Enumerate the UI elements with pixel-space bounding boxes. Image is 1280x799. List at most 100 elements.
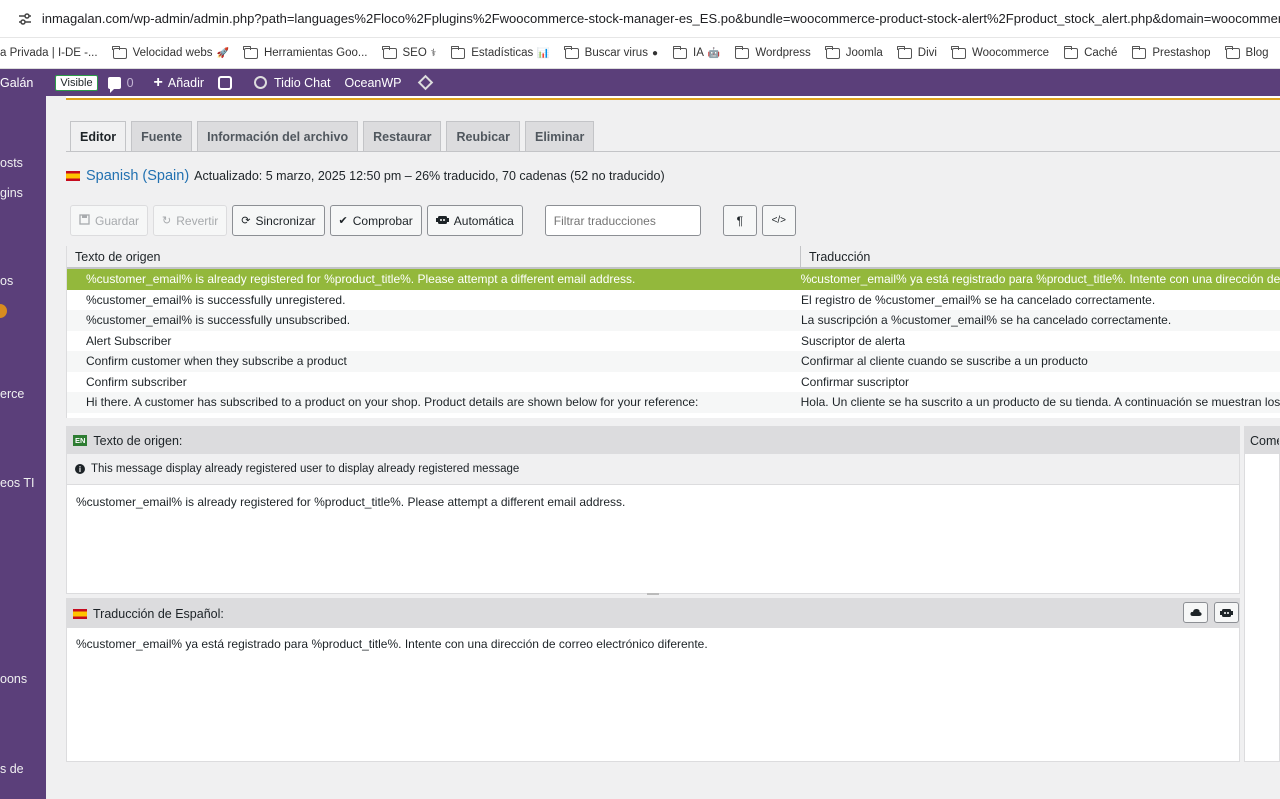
bookmark-item[interactable]: Woocommerce bbox=[951, 45, 1050, 59]
folder-icon bbox=[734, 45, 750, 59]
bookmark-label: Prestashop bbox=[1152, 47, 1211, 59]
bookmark-label: Wordpress bbox=[755, 47, 811, 59]
sync-label: Sincronizar bbox=[255, 213, 316, 228]
cloud-icon bbox=[1189, 608, 1202, 616]
robot-translate-button[interactable] bbox=[1214, 602, 1239, 623]
sidebar-menu-item[interactable]: erce bbox=[0, 387, 24, 401]
robot-icon bbox=[435, 214, 449, 228]
bookmark-label: Woocommerce bbox=[971, 47, 1050, 59]
bookmark-item[interactable]: Blog bbox=[1225, 45, 1269, 59]
bookmark-item[interactable]: a Privada | I-DE -... bbox=[0, 47, 98, 59]
sync-button[interactable]: ⟳ Sincronizar bbox=[232, 205, 325, 236]
url-text[interactable]: inmagalan.com/wp-admin/admin.php?path=la… bbox=[42, 11, 1280, 26]
add-new-menu[interactable]: + Añadir bbox=[154, 74, 204, 92]
revert-button[interactable]: ↻ Revertir bbox=[153, 205, 228, 236]
grid-rows: %customer_email% is already registered f… bbox=[67, 269, 1280, 413]
save-button[interactable]: Guardar bbox=[70, 205, 149, 236]
table-row[interactable]: Confirm subscriber Confirmar suscriptor bbox=[67, 372, 1280, 393]
language-name-link[interactable]: Spanish (Spain) bbox=[86, 168, 189, 184]
bookmark-item[interactable]: Buscar virus ● bbox=[564, 45, 658, 59]
table-row[interactable]: Alert Subscriber Suscriptor de alerta bbox=[67, 331, 1280, 352]
sidebar-menu-item[interactable]: osts bbox=[0, 156, 23, 170]
source-cell: %customer_email% is already registered f… bbox=[86, 272, 636, 287]
source-panel-header: EN Texto de origen: bbox=[67, 427, 1239, 454]
robot-icon bbox=[1220, 609, 1233, 617]
tidio-chat-link[interactable]: Tidio Chat bbox=[246, 76, 331, 90]
comments-panel-title: Come bbox=[1245, 427, 1279, 454]
folder-icon bbox=[897, 45, 912, 59]
bookmark-label: IA bbox=[693, 47, 704, 59]
tab-4[interactable]: Reubicar bbox=[446, 121, 520, 151]
folder-icon bbox=[951, 45, 966, 59]
auto-translate-label: Automática bbox=[453, 213, 514, 228]
bookmark-item[interactable]: Divi bbox=[897, 45, 937, 59]
oceanwp-link[interactable]: OceanWP bbox=[345, 76, 402, 90]
bookmark-item[interactable]: Caché bbox=[1063, 45, 1117, 59]
comments-link[interactable]: 0 bbox=[107, 75, 140, 93]
table-row[interactable]: Confirm customer when they subscribe a p… bbox=[67, 351, 1280, 372]
tidio-chat-label: Tidio Chat bbox=[274, 75, 331, 90]
folder-icon bbox=[450, 45, 466, 59]
sidebar-menu-item[interactable]: oons bbox=[0, 672, 27, 686]
bookmark-item[interactable]: Prestashop bbox=[1131, 45, 1211, 59]
sync-icon: ⟳ bbox=[241, 215, 251, 227]
pilcrow-toggle-button[interactable]: ¶ bbox=[722, 205, 757, 236]
sidebar-menu-item[interactable]: gins bbox=[0, 186, 23, 200]
site-settings-icon[interactable] bbox=[18, 11, 33, 27]
bookmark-item[interactable]: Velocidad webs 🚀 bbox=[112, 45, 229, 59]
table-row[interactable]: %customer_email% is successfully unsubsc… bbox=[67, 310, 1280, 331]
folder-icon bbox=[1063, 45, 1079, 59]
bookmark-item[interactable]: IA 🤖 bbox=[672, 45, 720, 59]
panel-resize-handle[interactable] bbox=[647, 593, 659, 595]
translation-textarea[interactable]: %customer_email% ya está registrado para… bbox=[67, 628, 1239, 660]
column-header-source[interactable]: Texto de origen bbox=[67, 246, 801, 267]
cloud-suggest-button[interactable] bbox=[1183, 602, 1208, 623]
folder-icon bbox=[825, 45, 840, 59]
sidebar-menu-item[interactable]: eos TI bbox=[0, 476, 35, 490]
bookmark-item[interactable]: Herramientas Goo... bbox=[243, 45, 368, 59]
bookmark-label: Divi bbox=[917, 47, 937, 59]
browser-address-bar[interactable]: inmagalan.com/wp-admin/admin.php?path=la… bbox=[0, 0, 1280, 38]
wp-admin-bar: Galán Visible 0 + Añadir Tidio Chat Ocea… bbox=[0, 69, 1280, 96]
tabs-divider bbox=[66, 151, 1280, 152]
source-cell: Confirm customer when they subscribe a p… bbox=[86, 354, 347, 369]
tab-2[interactable]: Información del archivo bbox=[197, 121, 359, 151]
save-icon bbox=[79, 213, 90, 228]
wp-admin-sidebar: osts gins os erce eos TI oons s de bbox=[0, 96, 46, 799]
table-row[interactable]: Hi there. A customer has subscribed to a… bbox=[67, 392, 1280, 413]
bookmark-item[interactable]: Estadísticas 📊 bbox=[450, 45, 550, 59]
sidebar-menu-item[interactable]: os bbox=[0, 274, 13, 288]
tab-5[interactable]: Eliminar bbox=[524, 121, 595, 151]
table-row[interactable]: %customer_email% is successfully unregis… bbox=[67, 290, 1280, 311]
revert-label: Revertir bbox=[176, 213, 219, 228]
check-label: Comprobar bbox=[352, 213, 413, 228]
comments-count: 0 bbox=[126, 75, 134, 90]
translation-cell: Confirmar suscriptor bbox=[801, 374, 910, 389]
source-text-panel: EN Texto de origen: i This message displ… bbox=[66, 426, 1240, 594]
tab-3[interactable]: Restaurar bbox=[363, 121, 442, 151]
chat-icon bbox=[254, 76, 268, 89]
bookmark-item[interactable]: Joomla bbox=[825, 45, 883, 59]
yoast-icon[interactable] bbox=[218, 75, 233, 90]
filter-translations-input[interactable] bbox=[544, 205, 701, 236]
diamond-icon[interactable] bbox=[417, 74, 433, 91]
translation-panel: Traducción de Español: %customer_email% … bbox=[66, 598, 1240, 762]
bookmark-label: SEO bbox=[402, 47, 427, 59]
admin-user-name[interactable]: Galán bbox=[0, 76, 33, 90]
tab-1[interactable]: Fuente bbox=[131, 121, 193, 151]
comment-bubble-icon bbox=[107, 76, 121, 93]
bookmark-item[interactable]: SEO ⚕ bbox=[382, 45, 436, 59]
column-header-translation[interactable]: Traducción bbox=[801, 246, 870, 267]
check-icon: ✔ bbox=[338, 215, 348, 227]
translation-cell: %customer_email% ya está registrado para… bbox=[800, 272, 1280, 287]
sidebar-menu-item[interactable]: s de bbox=[0, 762, 24, 776]
bookmark-emoji-icon: 📊 bbox=[537, 47, 550, 59]
check-button[interactable]: ✔ Comprobar bbox=[329, 205, 422, 236]
auto-translate-button[interactable]: Automática bbox=[426, 205, 523, 236]
bookmark-item[interactable]: Wordpress bbox=[734, 45, 811, 59]
code-view-button[interactable]: </> bbox=[761, 205, 796, 236]
table-row[interactable]: %customer_email% is already registered f… bbox=[67, 269, 1280, 290]
tab-0[interactable]: Editor bbox=[70, 121, 127, 152]
translation-cell: Confirmar al cliente cuando se suscribe … bbox=[801, 354, 1088, 369]
save-label: Guardar bbox=[95, 213, 140, 228]
